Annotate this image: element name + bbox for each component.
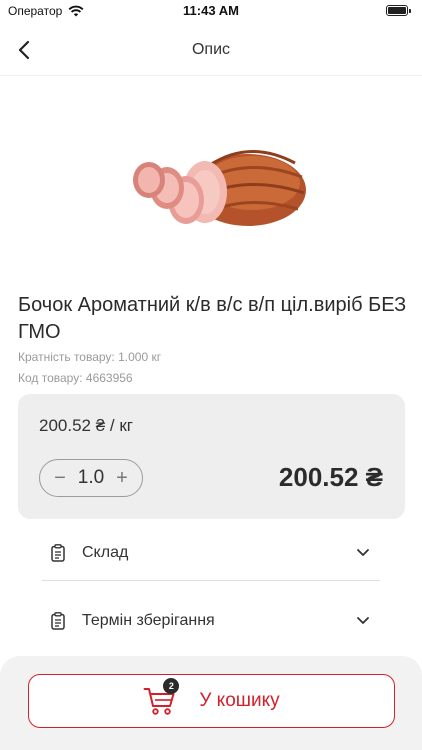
navigation-bar: Опис (0, 24, 422, 76)
accordion-label: Термін зберігання (82, 612, 215, 629)
decrease-quantity-button[interactable]: − (50, 468, 70, 488)
accordion-label: Склад (82, 543, 129, 561)
product-title: Бочок Ароматний к/в в/с в/п ціл.виріб БЕ… (18, 294, 407, 343)
unit-price: 200.52 ₴ / кг (39, 416, 133, 435)
quantity-value: 1.0 (77, 467, 105, 488)
battery-icon (386, 5, 411, 16)
chevron-down-icon (357, 617, 369, 624)
accordion-shelf-life[interactable]: Термін зберігання (42, 593, 380, 649)
quantity-stepper: − 1.0 + (39, 459, 143, 497)
document-icon (51, 543, 65, 562)
page-title: Опис (191, 41, 231, 58)
product-photo (133, 150, 306, 226)
bottom-bar: 2 У кошику (0, 656, 422, 750)
cart-icon-wrapper: 2 (143, 678, 180, 716)
add-to-cart-button[interactable]: 2 У кошику (28, 674, 395, 728)
product-multiplicity: Кратність товару: 1.000 кг (18, 350, 162, 364)
cart-button-label: У кошику (199, 690, 280, 711)
clock: 11:43 AM (183, 3, 239, 18)
increase-quantity-button[interactable]: + (112, 468, 132, 488)
document-icon (51, 612, 65, 630)
product-code: Код товару: 4663956 (18, 371, 133, 385)
price-card: 200.52 ₴ / кг − 1.0 + 200.52 ₴ (18, 394, 405, 519)
status-bar: Оператор 11:43 AM (0, 0, 422, 24)
product-image (10, 87, 412, 281)
total-price: 200.52 ₴ (278, 462, 383, 492)
chevron-down-icon (357, 548, 369, 556)
accordion-composition[interactable]: Склад (42, 525, 380, 581)
